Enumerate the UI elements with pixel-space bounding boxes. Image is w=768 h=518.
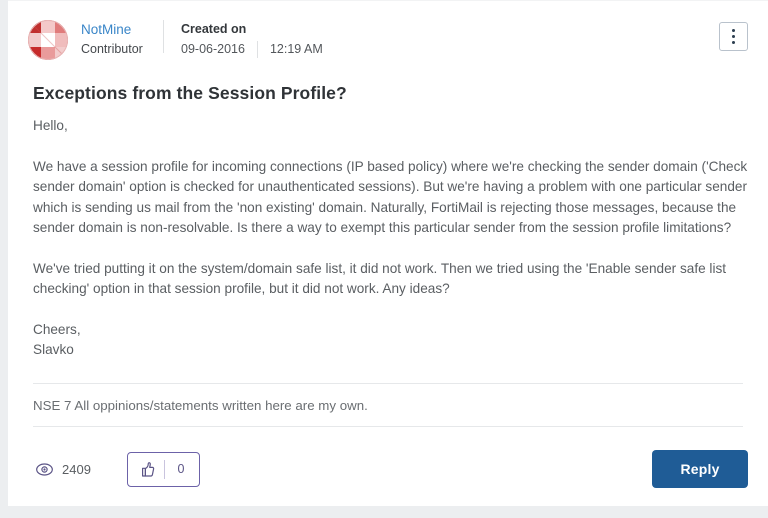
created-on-label: Created on	[181, 20, 323, 39]
kudos-button[interactable]: 0	[127, 452, 200, 487]
post-body: Hello, We have a session profile for inc…	[33, 116, 748, 361]
created-on-values: 09-06-2016 12:19 AM	[181, 39, 323, 59]
post-header: NotMine Contributor Created on 09-06-201…	[28, 1, 748, 57]
post-options-button[interactable]	[719, 22, 748, 51]
body-signoff-line-1: Cheers,	[33, 320, 748, 341]
reply-button[interactable]: Reply	[652, 450, 748, 488]
post-meta: Created on 09-06-2016 12:19 AM	[181, 19, 323, 59]
post-time: 12:19 AM	[270, 39, 323, 59]
signature-bottom-rule	[33, 426, 743, 427]
header-divider	[163, 20, 164, 53]
author-signature: NSE 7 All oppinions/statements written h…	[33, 384, 748, 416]
page-root: NotMine Contributor Created on 09-06-201…	[0, 0, 768, 518]
forum-post-card: NotMine Contributor Created on 09-06-201…	[8, 0, 768, 506]
eye-icon	[36, 463, 53, 476]
post-date: 09-06-2016	[181, 39, 245, 59]
kudos-count: 0	[165, 462, 197, 476]
body-paragraph-2: We've tried putting it on the system/dom…	[33, 259, 748, 300]
body-signoff-line-2: Slavko	[33, 340, 748, 361]
view-count-group: 2409	[36, 462, 91, 477]
view-count: 2409	[62, 462, 91, 477]
kebab-menu-icon-dot	[732, 35, 735, 38]
page-title: Exceptions from the Session Profile?	[33, 83, 748, 104]
author-name-link[interactable]: NotMine	[81, 20, 163, 39]
thumbs-up-icon	[130, 461, 164, 478]
body-paragraph-1: We have a session profile for incoming c…	[33, 157, 748, 239]
user-avatar-image	[28, 20, 68, 60]
author-block: NotMine Contributor	[81, 19, 163, 59]
post-footer: 2409 0 Reply	[28, 450, 748, 488]
body-greeting: Hello,	[33, 116, 748, 137]
author-rank: Contributor	[81, 39, 163, 59]
kebab-menu-icon	[732, 29, 735, 32]
meta-divider	[257, 41, 258, 58]
kebab-menu-icon-dot	[732, 41, 735, 44]
avatar[interactable]	[28, 20, 68, 60]
